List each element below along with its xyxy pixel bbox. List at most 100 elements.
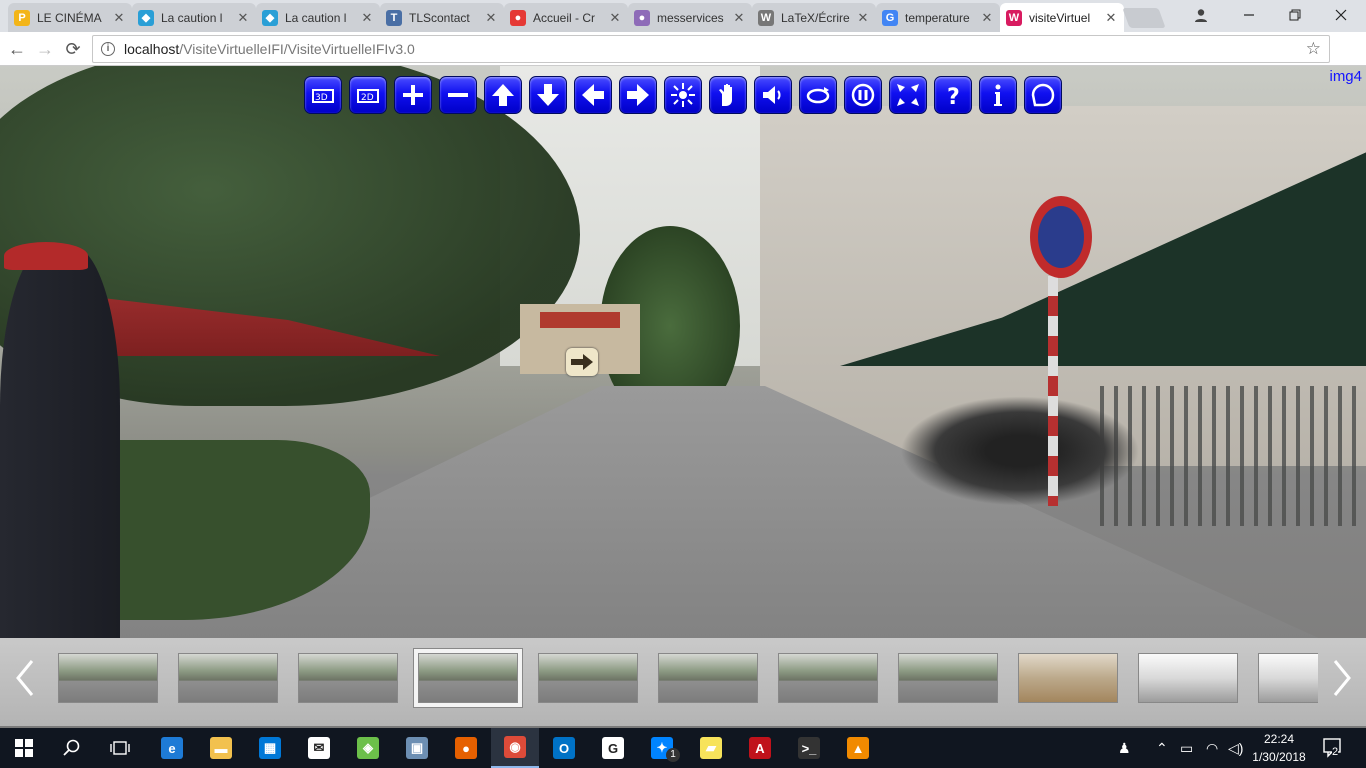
show-hidden-icons-icon[interactable]: ⌃ [1156, 728, 1168, 768]
panorama-thumbnail[interactable] [898, 653, 998, 703]
site-info-icon[interactable]: i [101, 42, 115, 56]
hand-icon[interactable] [709, 76, 747, 114]
messenger-icon[interactable]: ✦ 1 [638, 728, 686, 768]
panorama-thumbnail[interactable] [58, 653, 158, 703]
browser-tab[interactable]: P LE CINÉMA ✕ [8, 3, 132, 32]
profile-icon[interactable] [1178, 0, 1224, 30]
thumbnails-prev-arrow-icon[interactable] [10, 656, 40, 700]
windows-taskbar: e ▬ ▦ ✉ ◈ ▣ ● ◉ O G ✦ 1 ▰ A >_ ▲ ♟ ⌃ ▭ ◠ ◁) 22:24 1/30/… [0, 728, 1366, 768]
tab-close-icon[interactable]: ✕ [1104, 10, 1118, 26]
battery-icon[interactable]: ▭ [1180, 728, 1193, 768]
zoom-in-icon[interactable] [394, 76, 432, 114]
panorama-thumbnail[interactable] [178, 653, 278, 703]
browser-tab[interactable]: ◆ La caution l ✕ [132, 3, 256, 32]
panorama-thumbnail[interactable] [1018, 653, 1118, 703]
forward-button[interactable]: → [34, 38, 56, 60]
start-button[interactable] [0, 728, 48, 768]
tab-title: temperature [905, 10, 970, 25]
minimize-button[interactable] [1226, 0, 1272, 30]
tab-close-icon[interactable]: ✕ [980, 10, 994, 26]
edge-icon[interactable]: e [148, 728, 196, 768]
browser-tab[interactable]: ◆ La caution l ✕ [256, 3, 380, 32]
tab-title: Accueil - Cr [533, 10, 596, 25]
help-icon[interactable]: ? [934, 76, 972, 114]
browser-tab[interactable]: Gtemperature ✕ [876, 3, 1000, 32]
google-icon[interactable]: G [589, 728, 637, 768]
arrow-down-icon[interactable] [529, 76, 567, 114]
p-icon: P [14, 9, 30, 26]
browser-tab[interactable]: ● Accueil - Cr ✕ [504, 3, 628, 32]
panorama-person-cap [4, 242, 88, 270]
autorotate-icon[interactable] [664, 76, 702, 114]
wifi-icon[interactable]: ◠ [1206, 728, 1218, 768]
tab-close-icon[interactable]: ✕ [112, 10, 126, 26]
home-icon[interactable] [1024, 76, 1062, 114]
mail-icon[interactable]: ✉ [295, 728, 343, 768]
back-button[interactable]: ← [6, 38, 28, 60]
search-icon[interactable] [48, 728, 96, 768]
people-icon[interactable]: ♟ [1118, 728, 1131, 768]
panorama-thumbnail[interactable] [414, 649, 522, 707]
panorama-thumbnail[interactable] [538, 653, 638, 703]
volume-icon[interactable]: ◁) [1228, 728, 1243, 768]
info-icon[interactable] [979, 76, 1017, 114]
vlc-icon[interactable]: ▲ [834, 728, 882, 768]
fullscreen-icon[interactable] [889, 76, 927, 114]
sticky-notes-icon[interactable]: ▰ [687, 728, 735, 768]
address-bar[interactable]: i localhost/VisiteVirtuelleIFI/VisiteVir… [92, 35, 1330, 63]
bookmark-star-icon[interactable]: ☆ [1306, 39, 1321, 59]
task-view-icon[interactable] [96, 728, 144, 768]
view-2d-icon[interactable]: 2D [349, 76, 387, 114]
navigation-hotspot-arrow-icon[interactable] [566, 348, 598, 376]
pause-icon[interactable] [844, 76, 882, 114]
svg-text:2D: 2D [361, 93, 374, 103]
dots-icon: ● [634, 9, 650, 26]
firefox-icon[interactable]: ● [442, 728, 490, 768]
arrow-up-icon[interactable] [484, 76, 522, 114]
close-window-button[interactable] [1318, 0, 1364, 30]
restore-button[interactable] [1272, 0, 1318, 30]
store-icon[interactable]: ▦ [246, 728, 294, 768]
rotate-icon[interactable] [799, 76, 837, 114]
tab-close-icon[interactable]: ✕ [484, 10, 498, 26]
outlook-glyph: O [553, 737, 575, 759]
action-center-icon[interactable]: 2 [1322, 736, 1346, 760]
panorama-thumbnail[interactable] [1258, 653, 1318, 703]
panorama-thumbnail[interactable] [658, 653, 758, 703]
zoom-out-icon[interactable] [439, 76, 477, 114]
panorama-thumbnail[interactable] [778, 653, 878, 703]
terminal-glyph: >_ [798, 737, 820, 759]
tab-close-icon[interactable]: ✕ [856, 10, 870, 26]
tab-title: LaTeX/Écrire [781, 10, 850, 25]
taskbar-clock[interactable]: 22:24 1/30/2018 [1248, 730, 1310, 766]
acrobat-icon[interactable]: A [736, 728, 784, 768]
panorama-thumbnail[interactable] [1138, 653, 1238, 703]
arrow-right-icon[interactable] [619, 76, 657, 114]
panorama-viewer[interactable]: 3D 2D? img4 [0, 66, 1366, 728]
outlook-icon[interactable]: O [540, 728, 588, 768]
sound-icon[interactable] [754, 76, 792, 114]
browser-tab[interactable]: ● messervices ✕ [628, 3, 752, 32]
bluestacks-icon[interactable]: ◈ [344, 728, 392, 768]
panorama-thumbnail[interactable] [298, 653, 398, 703]
tab-title: messervices [657, 10, 724, 25]
file-explorer-icon[interactable]: ▬ [197, 728, 245, 768]
chrome-icon[interactable]: ◉ [491, 728, 539, 768]
terminal-icon[interactable]: >_ [785, 728, 833, 768]
arrow-left-icon[interactable] [574, 76, 612, 114]
tab-title: LE CINÉMA [37, 10, 102, 25]
browser-tab[interactable]: T TLScontact ✕ [380, 3, 504, 32]
tab-close-icon[interactable]: ✕ [608, 10, 622, 26]
new-tab-button[interactable] [1122, 8, 1166, 28]
tab-close-icon[interactable]: ✕ [360, 10, 374, 26]
thumbnails-next-arrow-icon[interactable] [1327, 656, 1357, 700]
address-host: localhost [124, 41, 180, 57]
view-3d-icon[interactable]: 3D [304, 76, 342, 114]
viewer-control-bar: 3D 2D? [304, 76, 1062, 114]
browser-tab[interactable]: WvisiteVirtuel ✕ [1000, 3, 1124, 32]
tab-close-icon[interactable]: ✕ [236, 10, 250, 26]
photos-icon[interactable]: ▣ [393, 728, 441, 768]
reload-button[interactable]: ⟳ [62, 38, 84, 60]
browser-tab[interactable]: W LaTeX/Écrire ✕ [752, 3, 876, 32]
tab-close-icon[interactable]: ✕ [732, 10, 746, 26]
